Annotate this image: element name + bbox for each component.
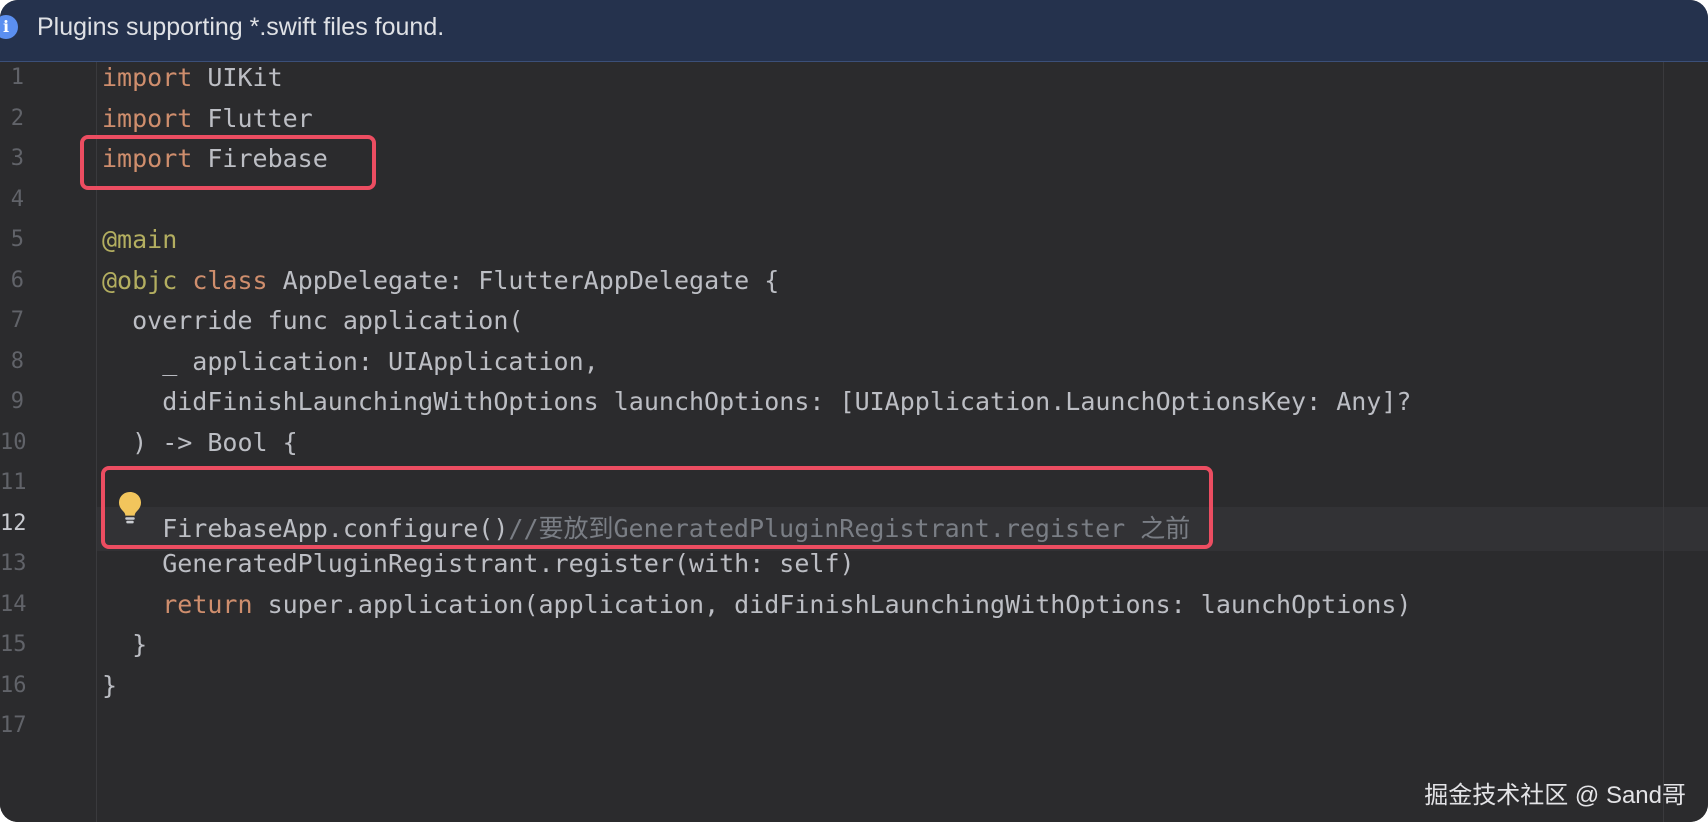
info-icon: i [0, 15, 18, 39]
line-number[interactable]: 5 [0, 227, 24, 252]
line-number[interactable]: 9 [0, 389, 24, 414]
code-token: AppDelegate: FlutterAppDelegate { [267, 265, 780, 295]
code-token: _ application: UIApplication, [102, 346, 599, 376]
line-number[interactable]: 11 [0, 470, 27, 495]
annotation-token: @main [102, 225, 178, 254]
code-line[interactable]: GeneratedPluginRegistrant.register(with:… [102, 549, 855, 578]
line-number[interactable]: 8 [0, 349, 24, 374]
keyword-token: class [192, 265, 268, 295]
line-number[interactable]: 12 [0, 511, 27, 536]
keyword-token: import [102, 103, 193, 133]
code-line[interactable]: didFinishLaunchingWithOptions launchOpti… [102, 387, 1411, 416]
highlight-box-firebase-configure [101, 466, 1213, 549]
code-token: Flutter [192, 103, 313, 133]
code-token: } [102, 670, 118, 700]
line-number[interactable]: 1 [0, 65, 24, 90]
code-line[interactable]: return super.application(application, di… [102, 590, 1411, 619]
line-number[interactable]: 2 [0, 106, 24, 131]
line-number[interactable]: 17 [0, 713, 27, 738]
code-token: didFinishLaunchingWithOptions launchOpti… [102, 387, 1412, 416]
keyword-token: return [162, 589, 253, 619]
code-token: ) -> Bool { [102, 427, 298, 457]
banner-message: Plugins supporting *.swift files found. [37, 13, 445, 41]
editor-window: i Plugins supporting *.swift files found… [0, 0, 1708, 822]
code-line[interactable]: override func application( [102, 306, 523, 335]
code-line[interactable]: import UIKit [102, 63, 283, 92]
lightbulb-icon[interactable] [118, 491, 142, 525]
code-line[interactable]: @objc class AppDelegate: FlutterAppDeleg… [102, 266, 779, 295]
line-number[interactable]: 3 [0, 146, 24, 171]
code-token: GeneratedPluginRegistrant.register(with:… [102, 549, 855, 578]
line-number[interactable]: 4 [0, 187, 24, 212]
annotation-token: @objc [102, 265, 178, 295]
keyword-token: import [102, 63, 193, 92]
line-number[interactable]: 16 [0, 673, 27, 698]
code-line[interactable]: } [102, 630, 147, 659]
code-line[interactable]: @main [102, 225, 177, 254]
line-number[interactable]: 14 [0, 592, 27, 617]
line-number[interactable]: 7 [0, 308, 24, 333]
highlight-box-import-firebase [80, 135, 376, 190]
code-line[interactable]: _ application: UIApplication, [102, 347, 599, 376]
line-number[interactable]: 15 [0, 632, 27, 657]
watermark: 掘金技术社区 @ Sand哥 [1424, 782, 1686, 809]
line-number[interactable]: 10 [0, 430, 27, 455]
code-token: UIKit [192, 63, 283, 92]
code-line[interactable]: import Flutter [102, 104, 313, 133]
code-token: override func application( [102, 306, 524, 335]
code-line[interactable]: } [102, 671, 117, 700]
code-token: } [102, 630, 148, 659]
code-line[interactable]: ) -> Bool { [102, 428, 298, 457]
notification-banner: i Plugins supporting *.swift files found… [0, 0, 1708, 62]
code-token: super.application(application, didFinish… [252, 589, 1412, 619]
line-number[interactable]: 13 [0, 551, 27, 576]
right-margin-guide [1663, 62, 1664, 822]
line-number[interactable]: 6 [0, 268, 24, 293]
